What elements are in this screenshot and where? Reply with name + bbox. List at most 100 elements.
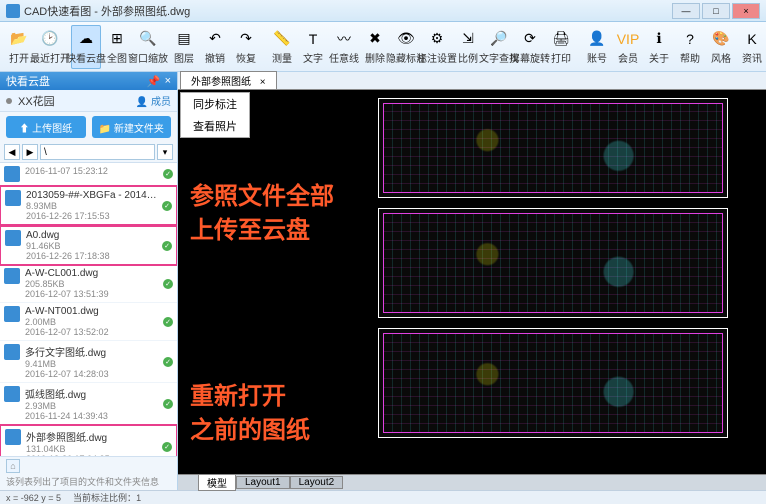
file-list: 2016-11-07 15:23:12✓2013059-##-XBGFa - 2… xyxy=(0,163,177,456)
toolbar-label: 风格 xyxy=(711,50,731,65)
toolbar-label: 删除 xyxy=(365,50,385,65)
file-item[interactable]: 外部参照图纸.dwg131.04KB2016-12-26 17:04:25✓ xyxy=(0,424,177,456)
file-item[interactable]: 多行文字图纸.dwg9.41MB2016-12-07 14:28:03✓ xyxy=(0,341,177,383)
toolbar-帮助[interactable]: ?帮助 xyxy=(675,25,705,69)
toolbar-任意线[interactable]: 〰任意线 xyxy=(329,25,359,69)
sync-ok-icon: ✓ xyxy=(163,169,173,179)
toolbar-打印[interactable]: 🖨打印 xyxy=(546,25,576,69)
project-row[interactable]: XX花园 👤 成员 xyxy=(0,90,177,112)
toolbar-关于[interactable]: ℹ关于 xyxy=(644,25,674,69)
快看云盘-icon: ☁ xyxy=(76,29,96,49)
toolbar-label: 打印 xyxy=(551,50,571,65)
layout-tab[interactable]: 模型 xyxy=(198,474,236,491)
new-folder-button[interactable]: 📁 新建文件夹 xyxy=(92,116,172,138)
toolbar-屏幕旋转[interactable]: ⟳屏幕旋转 xyxy=(515,25,545,69)
nav-fwd-button[interactable]: ▶ xyxy=(22,144,38,160)
sync-ok-icon: ✓ xyxy=(162,442,172,452)
toolbar-快看云盘[interactable]: ☁快看云盘 xyxy=(71,25,101,69)
coords: x = -962 y = 5 xyxy=(6,493,61,503)
会员-icon: VIP xyxy=(618,29,638,49)
toolbar-标注设置[interactable]: ⚙标注设置 xyxy=(422,25,452,69)
panel-pin-icon[interactable]: 📌 xyxy=(147,75,161,88)
file-item[interactable]: A0.dwg91.46KB2016-12-26 17:18:38✓ xyxy=(0,225,177,266)
file-date: 2016-11-24 14:39:43 xyxy=(25,411,163,421)
toolbar-撤销[interactable]: ↶撤销 xyxy=(200,25,230,69)
标注设置-icon: ⚙ xyxy=(427,29,447,49)
file-name: 外部参照图纸.dwg xyxy=(26,429,162,444)
tab-close-icon[interactable]: × xyxy=(260,77,266,88)
file-icon xyxy=(5,429,21,445)
context-item[interactable]: 查看照片 xyxy=(181,115,249,137)
toolbar-label: 窗口缩放 xyxy=(128,50,168,65)
overlay-text-2: 重新打开之前的图纸 xyxy=(190,380,310,447)
close-button[interactable]: × xyxy=(732,3,760,19)
toolbar-label: 全图 xyxy=(107,50,127,65)
toolbar-label: 会员 xyxy=(618,50,638,65)
nav-drop-button[interactable]: ▾ xyxy=(157,144,173,160)
toolbar-label: 任意线 xyxy=(329,50,359,65)
file-icon xyxy=(4,268,20,284)
context-item[interactable]: 同步标注 xyxy=(181,93,249,115)
测量-icon: 📏 xyxy=(272,29,292,49)
关于-icon: ℹ xyxy=(649,29,669,49)
file-item[interactable]: 2013059-##-XBGFa - 20140623.dwg8.93MB201… xyxy=(0,185,177,226)
nav-back-button[interactable]: ◀ xyxy=(4,144,20,160)
toolbar-会员[interactable]: VIP会员 xyxy=(613,25,643,69)
file-size: 91.46KB xyxy=(26,241,162,251)
file-size: 2.93MB xyxy=(25,401,163,411)
任意线-icon: 〰 xyxy=(334,29,354,49)
tab-drawing[interactable]: 外部参照图纸 × xyxy=(180,71,277,89)
toolbar-恢复[interactable]: ↷恢复 xyxy=(231,25,261,69)
toolbar-label: 关于 xyxy=(649,50,669,65)
toolbar-窗口缩放[interactable]: 🔍窗口缩放 xyxy=(133,25,163,69)
file-item[interactable]: A-W-NT001.dwg2.00MB2016-12-07 13:52:02✓ xyxy=(0,303,177,341)
toolbar-label: 最近打开 xyxy=(30,50,70,65)
toolbar-文字[interactable]: T文字 xyxy=(298,25,328,69)
upload-button[interactable]: ⬆ 上传图纸 xyxy=(6,116,86,138)
footer-text: 该列表列出了项目的文件和文件夹信息 xyxy=(6,477,159,487)
file-item[interactable]: 弧线图纸.dwg2.93MB2016-11-24 14:39:43✓ xyxy=(0,383,177,425)
layout-tab[interactable]: Layout2 xyxy=(290,476,344,489)
home-icon[interactable]: ⌂ xyxy=(6,459,20,473)
path-input[interactable]: \ xyxy=(40,144,155,160)
file-name: A-W-CL001.dwg xyxy=(25,268,163,279)
toolbar-测量[interactable]: 📏测量 xyxy=(267,25,297,69)
资讯-icon: K xyxy=(742,29,762,49)
sync-ok-icon: ✓ xyxy=(163,317,173,327)
toolbar-图层[interactable]: ▤图层 xyxy=(169,25,199,69)
minimize-button[interactable]: — xyxy=(672,3,700,19)
toolbar-label: 图层 xyxy=(174,50,194,65)
全图-icon: ⊞ xyxy=(107,29,127,49)
打开-icon: 📂 xyxy=(9,29,29,49)
member-link[interactable]: 👤 成员 xyxy=(136,93,171,108)
panel-close-icon[interactable]: × xyxy=(165,75,171,87)
layout-tab[interactable]: Layout1 xyxy=(236,476,290,489)
drawing-canvas[interactable]: 参照文件全部上传至云盘 重新打开之前的图纸 xyxy=(178,90,766,474)
隐藏标注-icon: 👁 xyxy=(396,29,416,49)
file-item[interactable]: 2016-11-07 15:23:12✓ xyxy=(0,163,177,186)
toolbar-label: 比例 xyxy=(458,50,478,65)
file-name: 2013059-##-XBGFa - 20140623.dwg xyxy=(26,190,162,201)
sync-ok-icon: ✓ xyxy=(162,241,172,251)
toolbar-label: 打开 xyxy=(9,50,29,65)
账号-icon: 👤 xyxy=(587,29,607,49)
file-icon xyxy=(5,230,21,246)
帮助-icon: ? xyxy=(680,29,700,49)
file-name: A0.dwg xyxy=(26,230,162,241)
sync-ok-icon: ✓ xyxy=(163,357,173,367)
toolbar-账号[interactable]: 👤账号 xyxy=(582,25,612,69)
panel-header: 快看云盘 📌 × xyxy=(0,72,177,90)
file-size: 131.04KB xyxy=(26,444,162,454)
nav-row: ◀ ▶ \ ▾ xyxy=(0,142,177,163)
toolbar-label: 屏幕旋转 xyxy=(510,50,550,65)
app-icon xyxy=(6,4,20,18)
file-size: 8.93MB xyxy=(26,201,162,211)
toolbar-风格[interactable]: 🎨风格 xyxy=(706,25,736,69)
canvas-area: 外部参照图纸 × 同步标注查看照片 参照文件全部上传至云盘 重新打开之前的图纸 … xyxy=(178,72,766,490)
plan-view-3 xyxy=(378,328,728,438)
file-item[interactable]: A-W-CL001.dwg205.85KB2016-12-07 13:51:39… xyxy=(0,265,177,303)
toolbar-资讯[interactable]: K资讯 xyxy=(737,25,766,69)
sync-ok-icon: ✓ xyxy=(163,399,173,409)
maximize-button[interactable]: □ xyxy=(702,3,730,19)
toolbar-最近打开[interactable]: 🕑最近打开 xyxy=(35,25,65,69)
